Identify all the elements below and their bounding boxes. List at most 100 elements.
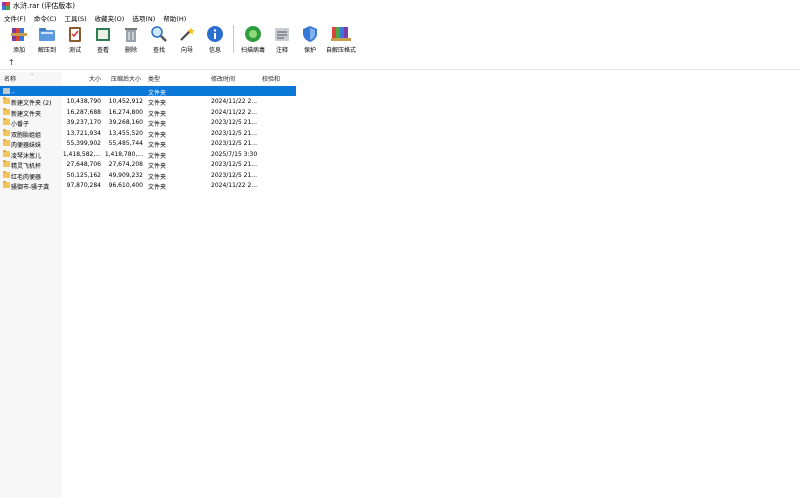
virus-scan-button[interactable]: 扫描病毒 <box>238 23 268 55</box>
folder-icon <box>3 160 10 167</box>
info-button[interactable]: 信息 <box>201 23 229 55</box>
window-title: 水浒.rar (评估版本) <box>13 2 75 10</box>
clipboard-test-icon <box>69 27 81 42</box>
test-button[interactable]: 测试 <box>61 23 89 55</box>
path-bar: ↑ <box>0 56 800 70</box>
table-row[interactable]: 红毛肉便器 50,125,162 49,909,232 文件夹 2023/12/5 21… <box>0 170 296 181</box>
file-packed-size: 55,485,744 <box>108 140 143 147</box>
file-size: 16,287,688 <box>66 108 101 116</box>
menu-file[interactable]: 文件(F) <box>0 13 30 23</box>
file-packed-size: 13,455,520 <box>108 129 143 137</box>
menu-tools[interactable]: 工具(S) <box>60 13 90 23</box>
menu-favorites[interactable]: 收藏夹(O) <box>91 13 129 23</box>
folder-extract-icon <box>39 28 55 41</box>
toolbar-separator <box>233 25 234 53</box>
comment-icon <box>275 28 289 41</box>
table-row[interactable]: 精灵飞机杯 27,648,706 27,674,208 文件夹 2023/12/5 21… <box>0 159 296 170</box>
file-packed-size: 16,274,800 <box>108 108 143 116</box>
table-row[interactable]: 新建文件夹 16,287,688 16,274,800 文件夹 2024/11/22 2… <box>0 107 296 118</box>
menu-options[interactable]: 选项(N) <box>128 13 159 23</box>
file-size: 27,648,706 <box>66 161 101 168</box>
sfx-label: 自解压格式 <box>325 47 356 54</box>
wizard-button[interactable]: 向导 <box>173 23 201 55</box>
delete-label: 删除 <box>124 47 137 54</box>
protect-button[interactable]: 保护 <box>296 23 324 55</box>
sfx-button[interactable]: 自解压格式 <box>324 23 358 55</box>
extract-to-label: 解压到 <box>37 47 56 54</box>
up-folder-button[interactable]: ↑ <box>8 58 15 67</box>
view-button[interactable]: 查看 <box>89 23 117 55</box>
column-header-modified[interactable]: 修改时间 <box>211 74 235 83</box>
comment-label: 注释 <box>275 47 288 54</box>
trash-icon <box>125 28 137 42</box>
toolbar: 添加 解压到 测试 查看 删除 查找 向导 信息 扫描病毒 注释 保护 自解压格… <box>0 23 800 55</box>
title-bar: 水浒.rar (评估版本) <box>0 0 800 12</box>
file-size: 13,721,934 <box>66 129 101 137</box>
file-modified: 2024/11/22 2... <box>211 98 258 105</box>
folder-icon <box>3 149 10 157</box>
file-packed-size: 1,418,780,... <box>104 150 143 158</box>
file-size: 10,438,790 <box>66 98 101 105</box>
file-size: 55,399,902 <box>66 140 101 147</box>
folder-icon <box>3 181 10 188</box>
sort-indicator-icon: ⌄ <box>30 71 35 77</box>
find-button[interactable]: 查找 <box>145 23 173 55</box>
column-header-packed[interactable]: 压缩后大小 <box>111 74 141 83</box>
file-packed-size: 96,610,400 <box>108 182 143 189</box>
wand-icon <box>180 27 195 41</box>
file-modified: 2023/12/5 21... <box>211 140 258 147</box>
file-modified: 2024/11/22 2... <box>211 182 258 189</box>
file-packed-size: 27,674,208 <box>108 161 143 168</box>
file-size: 39,237,170 <box>66 119 101 126</box>
menu-commands[interactable]: 命令(C) <box>30 13 61 23</box>
file-packed-size: 10,452,912 <box>108 98 143 105</box>
menu-bar: 文件(F) 命令(C) 工具(S) 收藏夹(O) 选项(N) 帮助(H) <box>0 12 800 23</box>
book-view-icon <box>96 28 110 41</box>
magnifier-icon <box>151 26 167 42</box>
test-label: 测试 <box>68 47 81 54</box>
extract-to-button[interactable]: 解压到 <box>33 23 61 55</box>
table-row[interactable]: 双胞胎姐姐 13,721,934 13,455,520 文件夹 2023/12/5 21… <box>0 128 296 139</box>
column-header-name[interactable]: 名称 <box>4 74 16 83</box>
folder-icon <box>3 139 10 146</box>
virus-scan-label: 扫描病毒 <box>240 47 265 54</box>
add-label: 添加 <box>12 47 25 54</box>
wizard-label: 向导 <box>180 47 193 54</box>
view-label: 查看 <box>96 47 109 54</box>
sfx-icon <box>331 27 351 41</box>
parent-folder-row[interactable]: .. 文件夹 <box>0 85 296 97</box>
file-size: 1,418,582,... <box>62 150 101 158</box>
table-row[interactable]: 肉便器妹妹 55,399,902 55,485,744 文件夹 2023/12/5 21… <box>0 138 296 149</box>
add-button[interactable]: 添加 <box>5 23 33 55</box>
file-name: .. <box>11 87 15 95</box>
books-add-icon <box>11 28 27 41</box>
menu-help[interactable]: 帮助(H) <box>159 13 190 23</box>
file-name: 骚御市-骚子龚 <box>11 184 50 191</box>
file-list[interactable]: ⌄ 名称 大小 压缩后大小 类型 修改时间 校验和 .. 文件夹 新建文件夹 (2)… <box>0 71 800 498</box>
file-modified: 2023/12/5 21... <box>211 171 258 179</box>
protect-label: 保护 <box>303 47 316 54</box>
find-label: 查找 <box>152 47 165 54</box>
file-size: 50,125,162 <box>66 171 101 179</box>
file-modified: 2023/12/5 21... <box>211 161 258 168</box>
file-modified: 2025/7/15 3:30 <box>211 150 258 158</box>
table-row[interactable]: 新建文件夹 (2) 10,438,790 10,452,912 文件夹 2024/11/… <box>0 96 296 107</box>
table-row[interactable]: 骚御市-骚子龚 97,870,284 96,610,400 文件夹 2024/11/22… <box>0 180 296 191</box>
table-row[interactable]: 凌琴沐葱儿 1,418,582,... 1,418,780,... 文件夹 2025/7… <box>0 149 296 160</box>
column-header-crc[interactable]: 校验和 <box>262 74 280 83</box>
file-modified: 2023/12/5 21... <box>211 129 258 137</box>
list-header: ⌄ 名称 大小 压缩后大小 类型 修改时间 校验和 <box>0 71 800 84</box>
folder-icon <box>3 170 10 178</box>
file-packed-size: 49,909,232 <box>108 171 143 179</box>
column-header-size[interactable]: 大小 <box>89 74 101 83</box>
winrar-app-icon <box>2 2 10 10</box>
comment-button[interactable]: 注释 <box>268 23 296 55</box>
delete-button[interactable]: 删除 <box>117 23 145 55</box>
file-size: 97,870,284 <box>66 182 101 189</box>
folder-icon <box>3 128 10 136</box>
info-icon <box>207 26 223 42</box>
folder-icon <box>3 107 10 115</box>
column-header-type[interactable]: 类型 <box>148 74 160 83</box>
table-row[interactable]: 小番子 39,237,170 39,268,160 文件夹 2023/12/5 21..… <box>0 117 296 128</box>
folder-icon <box>3 118 10 125</box>
